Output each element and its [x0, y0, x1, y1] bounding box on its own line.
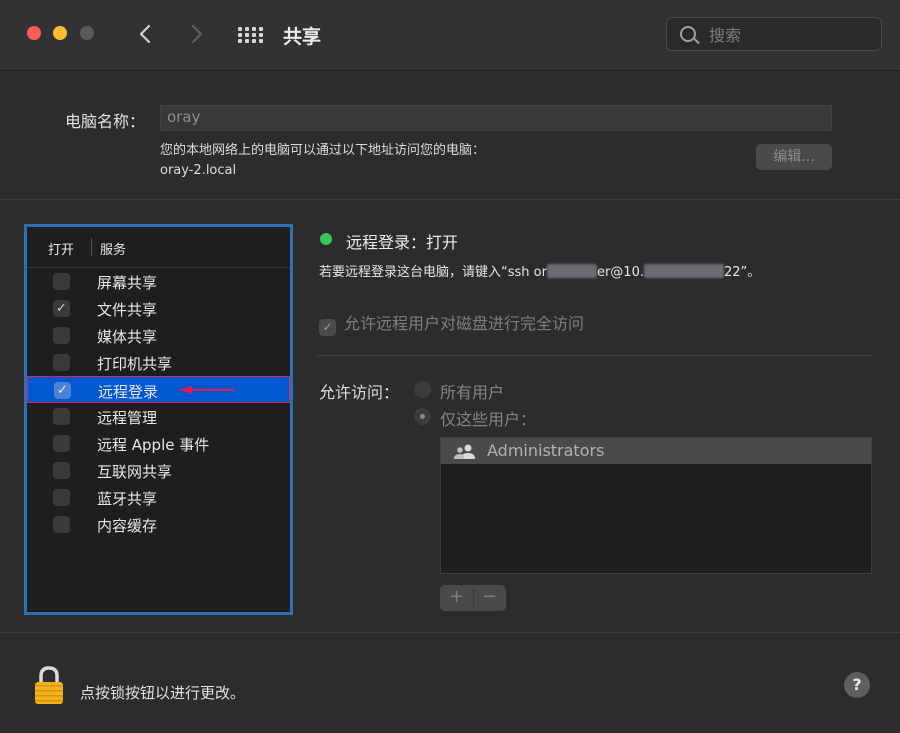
radio-only-these-users-label: 仅这些用户：: [440, 410, 537, 429]
divider: [0, 199, 900, 200]
user-name: Administrators: [487, 441, 605, 460]
service-label: 内容缓存: [97, 517, 158, 535]
radio-all-users[interactable]: [414, 381, 431, 398]
service-checkbox[interactable]: [53, 462, 70, 479]
radio-all-users-label: 所有用户: [440, 383, 505, 402]
show-all-grid-icon[interactable]: [238, 27, 263, 43]
service-label: 远程登录: [98, 383, 159, 401]
full-disk-access-checkbox[interactable]: ✓: [319, 319, 336, 336]
annotation-arrow-icon: [178, 386, 234, 394]
edit-button[interactable]: 编辑...: [756, 144, 832, 170]
remove-user-button[interactable]: −: [473, 585, 506, 611]
lock-hint: 点按锁按钮以进行更改。: [80, 684, 246, 702]
service-row-printer-sharing[interactable]: 打印机共享: [27, 349, 290, 376]
service-row-screen-sharing[interactable]: 屏幕共享: [27, 268, 290, 295]
divider: [0, 632, 900, 633]
ssh-hint-middle: er@10.: [596, 265, 644, 280]
service-row-media-sharing[interactable]: 媒体共享: [27, 322, 290, 349]
search-field[interactable]: [666, 17, 882, 51]
service-label: 远程管理: [97, 409, 158, 427]
allowed-users-list[interactable]: Administrators: [440, 437, 872, 574]
service-checkbox[interactable]: [53, 408, 70, 425]
service-checkbox[interactable]: [53, 516, 70, 533]
search-input[interactable]: [707, 23, 871, 47]
ssh-hint: 若要远程登录这台电脑，请键入“ssh or er@10. 22”。: [319, 261, 760, 280]
service-label: 互联网共享: [97, 463, 173, 481]
divider: [317, 355, 872, 356]
local-hostname: oray-2.local: [160, 163, 237, 178]
services-list-header: 打开 服务: [27, 227, 290, 268]
redacted-text: [546, 264, 597, 278]
add-user-button[interactable]: +: [440, 585, 473, 611]
ssh-hint-suffix: 22”。: [723, 265, 761, 280]
computer-name-field[interactable]: oray: [160, 105, 832, 131]
search-icon: [680, 26, 696, 42]
service-checkbox[interactable]: [53, 435, 70, 452]
service-label: 文件共享: [97, 301, 158, 319]
lock-icon[interactable]: [33, 665, 65, 705]
services-list[interactable]: 打开 服务 屏幕共享 ✓ 文件共享 媒体共享 打印机共享 ✓ 远程登录 远程管理…: [24, 224, 293, 615]
add-remove-buttons: + −: [440, 585, 506, 611]
service-row-bluetooth-sharing[interactable]: 蓝牙共享: [27, 484, 290, 511]
service-checkbox[interactable]: [53, 273, 70, 290]
service-row-internet-sharing[interactable]: 互联网共享: [27, 457, 290, 484]
list-item[interactable]: Administrators: [441, 438, 871, 464]
radio-only-these-users[interactable]: [414, 408, 431, 425]
service-label: 打印机共享: [97, 355, 173, 373]
service-row-remote-login[interactable]: ✓ 远程登录: [27, 376, 290, 403]
status-indicator: [320, 233, 332, 245]
column-header-service: 服务: [100, 243, 127, 258]
user-group-icon: [454, 444, 475, 459]
help-button[interactable]: ?: [844, 672, 870, 698]
service-row-content-caching[interactable]: 内容缓存: [27, 511, 290, 538]
service-label: 远程 Apple 事件: [97, 436, 210, 454]
sharing-window: 共享 电脑名称： oray 您的本地网络上的电脑可以通过以下地址访问您的电脑： …: [0, 0, 900, 733]
computer-name-label: 电脑名称：: [65, 112, 146, 131]
full-disk-access-label: 允许远程用户对磁盘进行完全访问: [344, 314, 585, 333]
column-separator: [91, 238, 92, 256]
zoom-window-button[interactable]: [80, 26, 94, 40]
full-disk-access-option[interactable]: ✓ 允许远程用户对磁盘进行完全访问: [319, 310, 584, 336]
window-title: 共享: [283, 26, 322, 48]
service-checkbox[interactable]: ✓: [53, 300, 70, 317]
service-row-remote-apple-events[interactable]: 远程 Apple 事件: [27, 430, 290, 457]
service-checkbox[interactable]: [53, 489, 70, 506]
allow-access-label: 允许访问：: [319, 383, 400, 402]
service-label: 蓝牙共享: [97, 490, 158, 508]
title-bar: 共享: [0, 0, 900, 71]
column-header-on: 打开: [48, 243, 75, 258]
local-address-description: 您的本地网络上的电脑可以通过以下地址访问您的电脑：: [160, 143, 486, 158]
redacted-text: [643, 264, 724, 278]
back-icon[interactable]: [133, 21, 159, 47]
service-label: 屏幕共享: [97, 274, 158, 292]
service-label: 媒体共享: [97, 328, 158, 346]
service-checkbox[interactable]: [53, 354, 70, 371]
service-checkbox[interactable]: [53, 327, 70, 344]
service-checkbox[interactable]: ✓: [54, 382, 71, 399]
service-row-remote-management[interactable]: 远程管理: [27, 403, 290, 430]
close-window-button[interactable]: [27, 26, 41, 40]
service-row-file-sharing[interactable]: ✓ 文件共享: [27, 295, 290, 322]
ssh-hint-prefix: 若要远程登录这台电脑，请键入“ssh or: [319, 265, 547, 280]
service-status: 远程登录：打开: [346, 233, 459, 252]
forward-icon[interactable]: [183, 21, 209, 47]
minimize-window-button[interactable]: [53, 26, 67, 40]
computer-name-description: 您的本地网络上的电脑可以通过以下地址访问您的电脑： oray-2.local: [160, 141, 485, 181]
